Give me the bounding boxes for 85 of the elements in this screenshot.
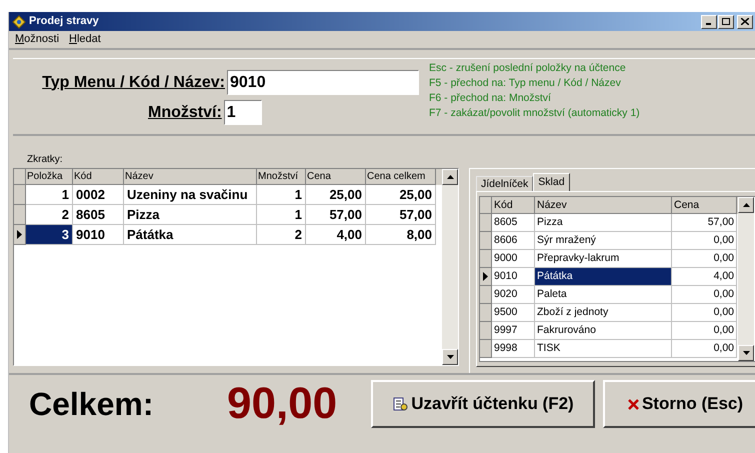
total-amount: 90,00 <box>227 378 338 430</box>
scroll-down-button[interactable] <box>738 345 754 361</box>
code-label: Typ Menu / Kód / Název: <box>42 72 225 92</box>
app-icon <box>12 14 26 28</box>
column-header[interactable]: Položka <box>26 169 73 185</box>
table-cell: 57,00 <box>306 205 366 225</box>
table-cell: 1 <box>26 185 73 205</box>
table-cell: 4,00 <box>306 225 366 245</box>
table-cell: 9998 <box>492 340 535 358</box>
table-cell: 0,00 <box>672 286 737 304</box>
quantity-input[interactable]: 1 <box>224 100 262 125</box>
receipt-icon <box>392 396 408 412</box>
column-header[interactable]: Kód <box>73 169 124 185</box>
table-cell: 9010 <box>73 225 124 245</box>
table-cell: 0,00 <box>672 232 737 250</box>
total-label: Celkem: <box>29 385 154 424</box>
table-cell: 0,00 <box>672 322 737 340</box>
menu-item[interactable]: Možnosti <box>15 31 60 48</box>
down-arrow-icon <box>742 351 750 355</box>
table-cell: Pizza <box>124 205 257 225</box>
table-cell: Fakrurováno <box>535 322 672 340</box>
table-cell: Pátátka <box>124 225 257 245</box>
table-cell: 9000 <box>492 250 535 268</box>
table-cell: 4,00 <box>672 268 737 286</box>
maximize-icon <box>722 18 730 25</box>
scrollbar[interactable] <box>738 197 754 361</box>
table-cell: 1 <box>257 205 306 225</box>
column-header[interactable]: Název <box>535 197 672 214</box>
column-header[interactable]: Cena <box>306 169 366 185</box>
table-cell: 2 <box>257 225 306 245</box>
table-cell: Zboží z jednoty <box>535 304 672 322</box>
column-header[interactable]: Cena celkem <box>366 169 436 185</box>
close-receipt-button[interactable]: Uzavřít účtenku (F2) <box>371 380 595 428</box>
cross-icon <box>628 398 639 410</box>
table-cell: Pátátka <box>535 268 672 286</box>
shortcut-hint: F5 - přechod na: Typ menu / Kód / Název <box>429 76 622 91</box>
shortcuts-label: Zkratky: <box>27 154 63 165</box>
menu-item[interactable]: Hledat <box>69 31 101 48</box>
code-input[interactable]: 9010 <box>227 70 419 95</box>
table-cell: 1 <box>257 185 306 205</box>
scrollbar[interactable] <box>442 169 458 365</box>
row-pointer-icon <box>17 230 22 239</box>
table-cell: 9020 <box>492 286 535 304</box>
table-cell: 0,00 <box>672 340 737 358</box>
row-pointer-icon <box>483 272 488 281</box>
table-cell: 3 <box>26 225 73 245</box>
quantity-label: Množství: <box>148 102 222 122</box>
shortcut-hint: F7 - zakázat/povolit množství (automaticky 1) <box>429 106 640 121</box>
shortcut-hint: Esc - zrušení poslední položky na účtence <box>429 61 627 76</box>
column-header[interactable]: Množství <box>257 169 306 185</box>
table-cell: 8605 <box>73 205 124 225</box>
window-title: Prodej stravy <box>29 14 99 30</box>
down-arrow-icon <box>446 355 454 359</box>
table-cell: 0,00 <box>672 304 737 322</box>
column-header[interactable]: Cena <box>672 197 737 214</box>
table-cell: Paleta <box>535 286 672 304</box>
table-cell: 8,00 <box>366 225 436 245</box>
up-arrow-icon <box>446 175 454 179</box>
table-cell: 25,00 <box>306 185 366 205</box>
table-cell: 8605 <box>492 214 535 232</box>
table-cell: TISK <box>535 340 672 358</box>
close-icon <box>741 18 749 25</box>
table-cell: Uzeniny na svačinu <box>124 185 257 205</box>
scroll-up-button[interactable] <box>738 197 754 213</box>
table-cell: Pizza <box>535 214 672 232</box>
scroll-up-button[interactable] <box>442 169 458 185</box>
column-header[interactable]: Kód <box>492 197 535 214</box>
table-cell: 9500 <box>492 304 535 322</box>
scroll-down-button[interactable] <box>442 349 458 365</box>
table-cell: 0002 <box>73 185 124 205</box>
close-button[interactable] <box>737 14 753 28</box>
table-cell: 8606 <box>492 232 535 250</box>
table-cell: 25,00 <box>366 185 436 205</box>
table-cell: Sýr mražený <box>535 232 672 250</box>
column-header[interactable]: Název <box>124 169 257 185</box>
table-cell: 57,00 <box>672 214 737 232</box>
cancel-button[interactable]: Storno (Esc) <box>603 380 755 428</box>
tab[interactable]: Sklad <box>533 173 570 191</box>
minimize-button[interactable] <box>701 14 717 28</box>
table-cell: 0,00 <box>672 250 737 268</box>
table-cell: 57,00 <box>366 205 436 225</box>
up-arrow-icon <box>742 203 750 207</box>
maximize-button[interactable] <box>718 14 734 28</box>
table-cell: 9997 <box>492 322 535 340</box>
shortcut-hint: F6 - přechod na: Množství <box>429 91 552 106</box>
